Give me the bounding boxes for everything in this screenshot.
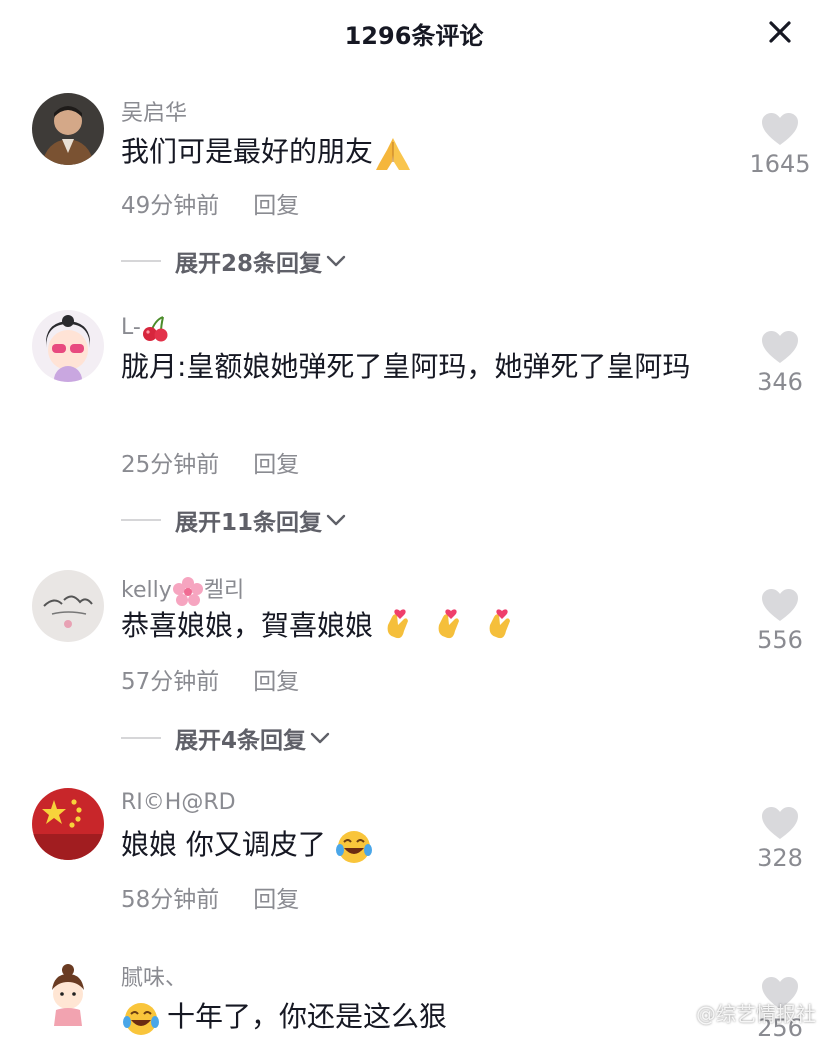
comment-time: 49分钟前 bbox=[121, 193, 220, 219]
username[interactable]: RI©H@RD bbox=[121, 790, 236, 815]
chevron-down-icon bbox=[326, 255, 346, 267]
chevron-down-icon bbox=[326, 514, 346, 526]
expand-replies-label: 展开11条回复 bbox=[175, 510, 323, 536]
comment-meta: 58分钟前 回复 bbox=[121, 880, 299, 914]
weibo-icon bbox=[670, 1007, 691, 1025]
expand-replies-button[interactable]: 展开11条回复 bbox=[121, 503, 347, 537]
comment-text: 恭喜娘娘，賀喜娘娘 bbox=[121, 605, 721, 647]
comment-time: 57分钟前 bbox=[121, 669, 220, 695]
avatar[interactable] bbox=[32, 788, 104, 860]
comment-text: 娘娘 你又调皮了 bbox=[121, 824, 721, 866]
reply-button[interactable]: 回复 bbox=[253, 887, 299, 913]
avatar[interactable] bbox=[32, 570, 104, 642]
cherry-icon bbox=[142, 316, 168, 342]
expand-replies-label: 展开4条回复 bbox=[175, 728, 307, 754]
divider-line bbox=[121, 260, 161, 262]
divider-line bbox=[121, 737, 161, 739]
expand-replies-label: 展开28条回复 bbox=[175, 251, 323, 277]
heart-icon bbox=[762, 331, 798, 363]
like-count: 328 bbox=[757, 844, 803, 872]
comment-text: 胧月:皇额娘她弹死了皇阿玛，她弹死了皇阿玛 bbox=[121, 350, 691, 383]
like-button[interactable]: 556 bbox=[744, 588, 816, 654]
like-button[interactable]: 1645 bbox=[744, 112, 816, 178]
avatar[interactable] bbox=[32, 310, 104, 382]
reply-button[interactable]: 回复 bbox=[253, 669, 299, 695]
laughing-tears-icon bbox=[335, 831, 372, 863]
heart-icon bbox=[762, 807, 798, 839]
heart-icon bbox=[762, 113, 798, 145]
finger-heart-icon bbox=[387, 609, 408, 639]
laughing-tears-icon bbox=[123, 1003, 159, 1035]
comment-count-title: 1296条评论 bbox=[344, 22, 484, 50]
comment-meta: 49分钟前 回复 bbox=[121, 186, 299, 220]
close-icon bbox=[769, 21, 791, 43]
heart-icon bbox=[762, 589, 798, 621]
reply-button[interactable]: 回复 bbox=[253, 452, 299, 478]
finger-heart-icon bbox=[489, 609, 510, 639]
comment-time: 58分钟前 bbox=[121, 887, 220, 913]
comment-time: 25分钟前 bbox=[121, 452, 220, 478]
username[interactable]: kelly 켈리 bbox=[121, 572, 244, 606]
like-count: 346 bbox=[757, 368, 803, 396]
comment-text: 我们可是最好的朋友 bbox=[121, 131, 721, 173]
expand-replies-button[interactable]: 展开28条回复 bbox=[121, 244, 347, 278]
divider-line bbox=[121, 519, 161, 521]
expand-replies-button[interactable]: 展开4条回复 bbox=[121, 721, 331, 755]
reply-button[interactable]: 回复 bbox=[253, 193, 299, 219]
comment-text: 十年了，你还是这么狠 bbox=[121, 996, 721, 1038]
like-count: 1645 bbox=[749, 150, 811, 178]
username[interactable]: L- bbox=[121, 314, 171, 342]
comment-meta: 57分钟前 回复 bbox=[121, 662, 299, 696]
avatar[interactable] bbox=[32, 960, 104, 1032]
like-button[interactable]: 346 bbox=[744, 330, 816, 396]
username[interactable]: 腻味、 bbox=[121, 960, 187, 992]
comments-header: 1296条评论 bbox=[0, 0, 828, 64]
praying-hands-icon bbox=[376, 138, 411, 170]
like-count: 556 bbox=[757, 626, 803, 654]
chevron-down-icon bbox=[310, 732, 330, 744]
like-button[interactable]: 328 bbox=[744, 806, 816, 872]
close-button[interactable] bbox=[762, 14, 798, 50]
username[interactable]: 吴启华 bbox=[121, 95, 187, 127]
watermark: @综艺情报社 bbox=[670, 998, 816, 1027]
cherry-blossom-icon bbox=[172, 577, 203, 606]
comment-meta: 25分钟前 回复 bbox=[121, 445, 299, 479]
finger-heart-icon bbox=[438, 609, 459, 639]
avatar[interactable] bbox=[32, 93, 104, 165]
